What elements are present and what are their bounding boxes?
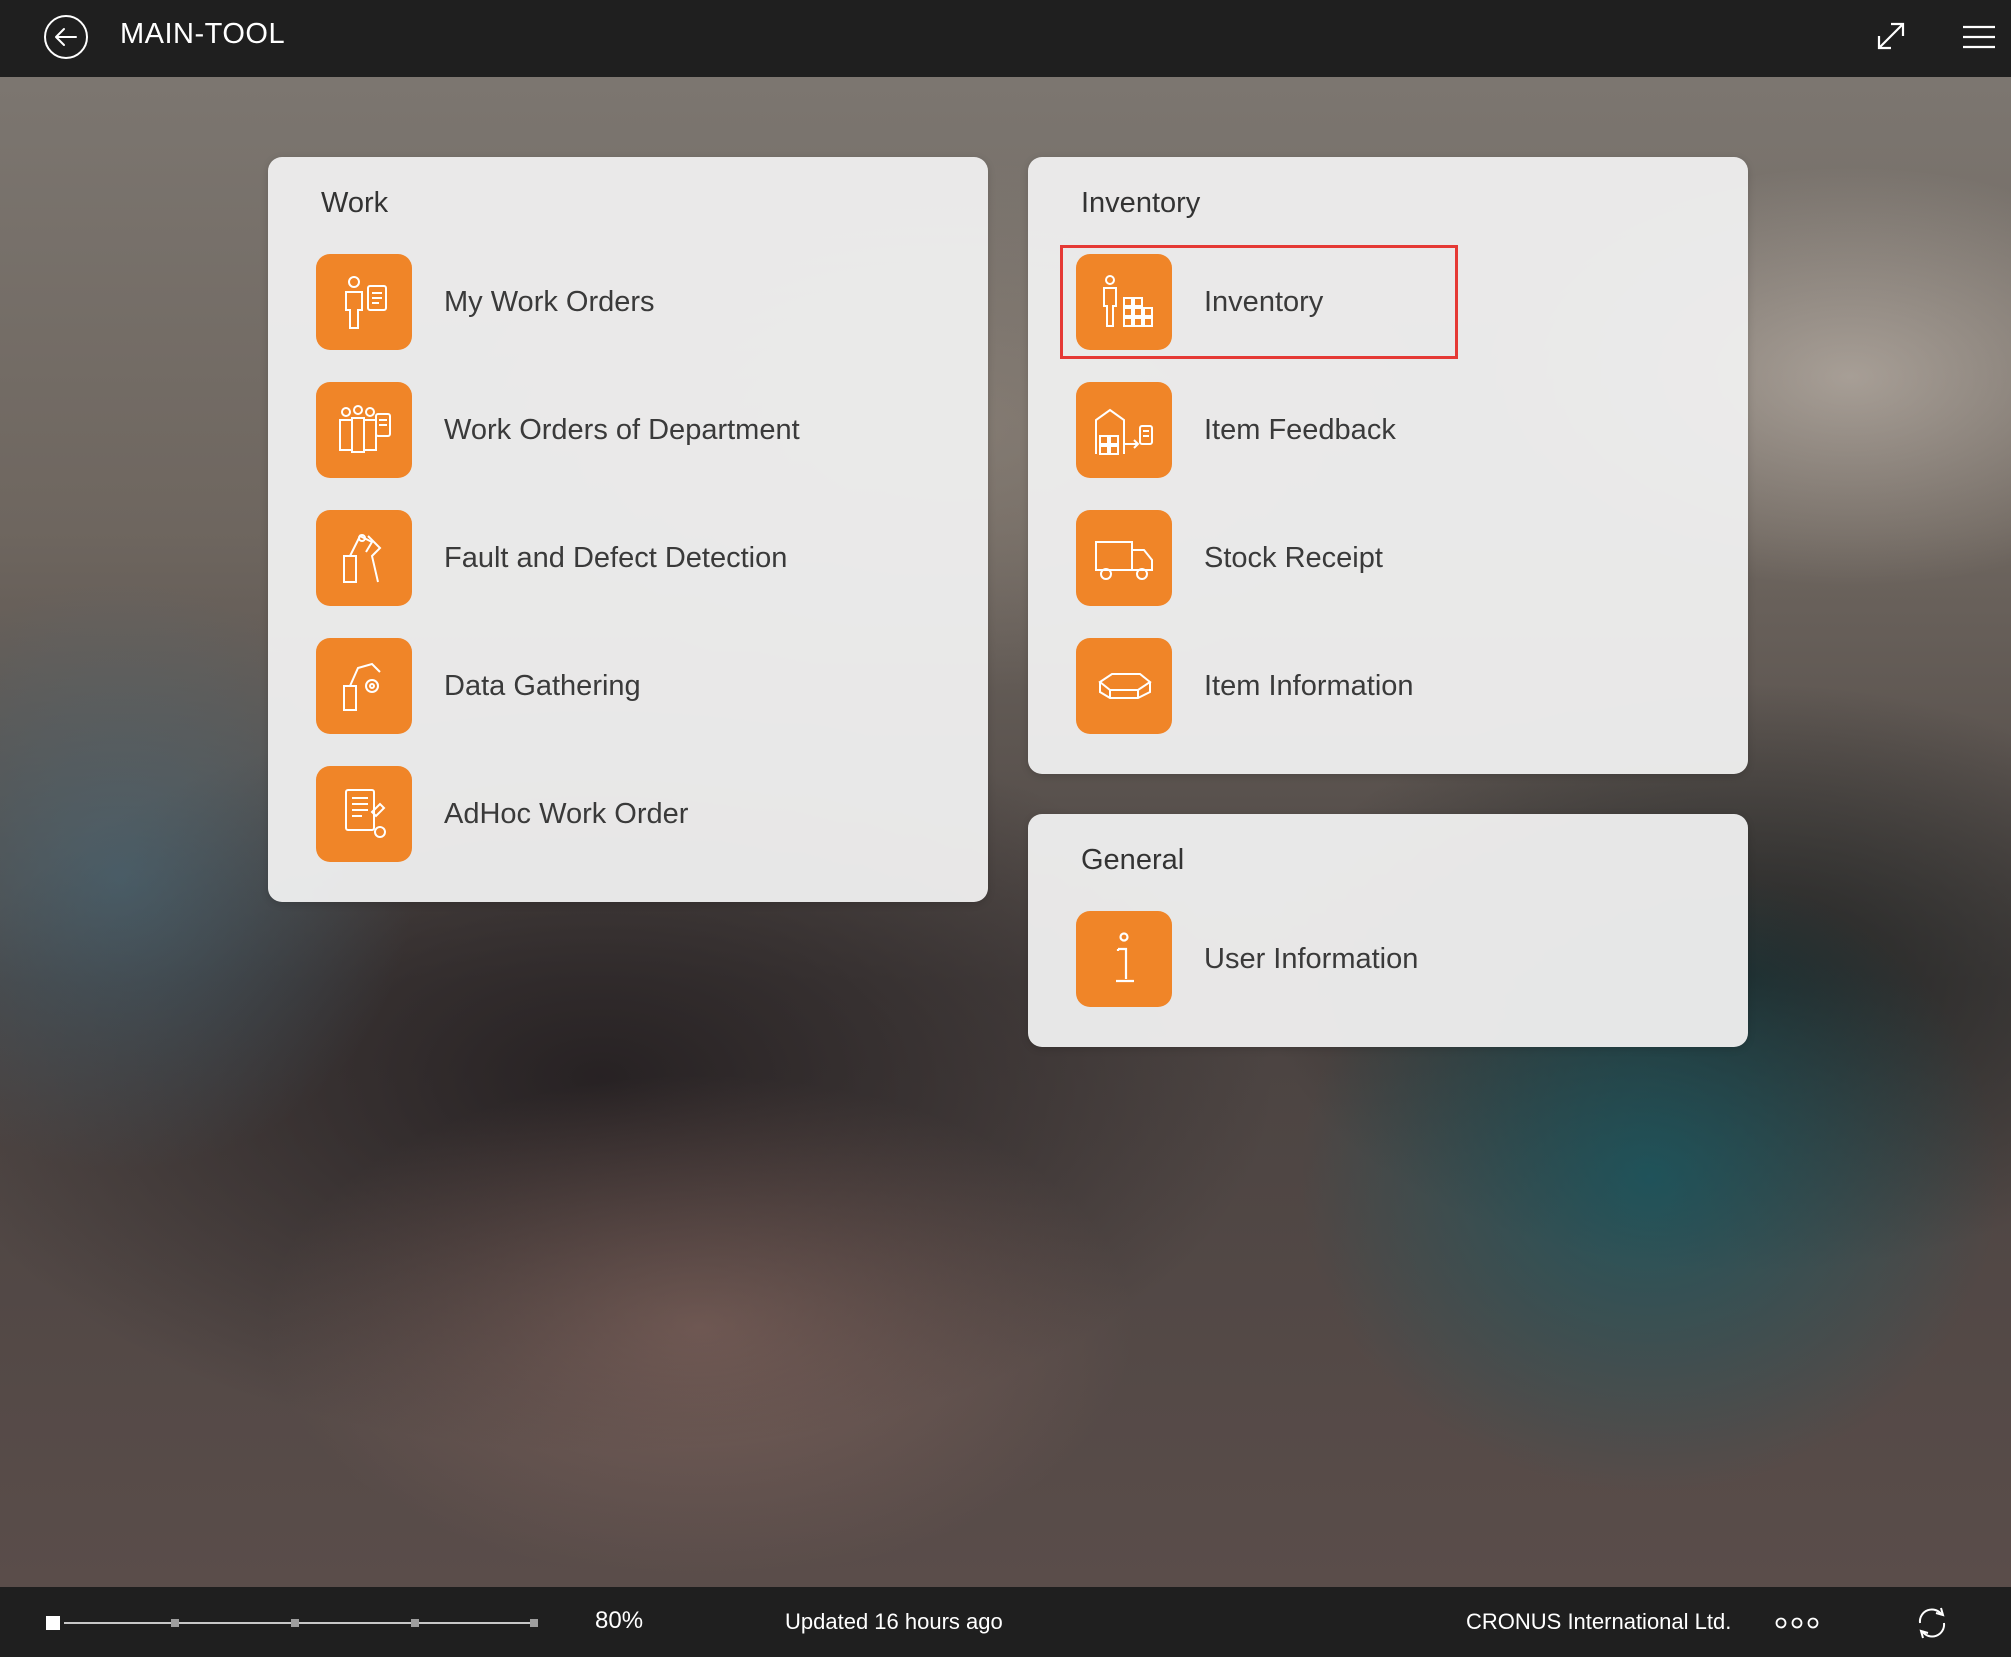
app-title: MAIN-TOOL <box>120 18 286 50</box>
tile-label: Stock Receipt <box>1204 541 1383 574</box>
tile-data-gathering[interactable]: Data Gathering <box>316 638 641 734</box>
tile-label: AdHoc Work Order <box>444 797 689 830</box>
robot-arm-gear-icon <box>316 638 412 734</box>
menu-button[interactable] <box>1962 22 1996 52</box>
tile-user-information[interactable]: User Information <box>1076 911 1418 1007</box>
package-icon <box>1076 638 1172 734</box>
tile-label: My Work Orders <box>444 285 655 318</box>
tile-fault-and-defect-detection[interactable]: Fault and Defect Detection <box>316 510 787 606</box>
company-name[interactable]: CRONUS International Ltd. <box>1466 1609 1731 1635</box>
tile-label: Work Orders of Department <box>444 413 800 446</box>
status-bar: 80% Updated 16 hours ago CRONUS Internat… <box>0 1587 2011 1657</box>
tile-label: Item Feedback <box>1204 413 1396 446</box>
expand-button[interactable] <box>1873 18 1909 54</box>
document-pencil-icon <box>316 766 412 862</box>
arrow-left-icon <box>55 28 77 46</box>
sync-icon <box>1918 1607 1946 1639</box>
tile-label: Data Gathering <box>444 669 641 702</box>
tile-adhoc-work-order[interactable]: AdHoc Work Order <box>316 766 688 862</box>
worker-boxes-icon <box>1076 254 1172 350</box>
tile-stock-receipt[interactable]: Stock Receipt <box>1076 510 1383 606</box>
warehouse-feedback-icon <box>1076 382 1172 478</box>
work-section-card: Work My Work Orders Work Orders of Depar… <box>268 157 988 902</box>
truck-icon <box>1076 510 1172 606</box>
more-button[interactable] <box>1775 1615 1819 1631</box>
last-updated-status: Updated 16 hours ago <box>785 1609 1003 1634</box>
back-button[interactable] <box>44 15 88 59</box>
general-section-card: General User Information <box>1028 814 1748 1047</box>
tile-item-information[interactable]: Item Information <box>1076 638 1414 734</box>
zoom-level: 80% <box>595 1607 644 1634</box>
tile-my-work-orders[interactable]: My Work Orders <box>316 254 655 350</box>
team-document-icon <box>316 382 412 478</box>
robot-arm-fault-icon <box>316 510 412 606</box>
top-bar: MAIN-TOOL <box>0 0 2011 77</box>
tile-label: User Information <box>1204 942 1419 975</box>
tile-label: Fault and Defect Detection <box>444 541 788 574</box>
inventory-section-card: Inventory Inventory Item Feedback Stock … <box>1028 157 1748 774</box>
worker-document-icon <box>316 254 412 350</box>
info-icon <box>1076 911 1172 1007</box>
more-dots-icon <box>1775 1617 1819 1629</box>
section-title: General <box>1081 844 1185 876</box>
zoom-slider-track <box>46 1616 538 1630</box>
tile-inventory[interactable]: Inventory <box>1076 254 1323 350</box>
tile-item-feedback[interactable]: Item Feedback <box>1076 382 1396 478</box>
section-title: Inventory <box>1081 187 1201 219</box>
zoom-slider[interactable] <box>46 1615 546 1631</box>
tile-work-orders-of-department[interactable]: Work Orders of Department <box>316 382 800 478</box>
tile-label: Item Information <box>1204 669 1414 702</box>
hamburger-menu-icon <box>1963 25 1995 49</box>
expand-icon <box>1877 22 1905 50</box>
section-title: Work <box>321 187 389 219</box>
sync-button[interactable] <box>1912 1605 1952 1641</box>
tile-label: Inventory <box>1204 285 1324 318</box>
